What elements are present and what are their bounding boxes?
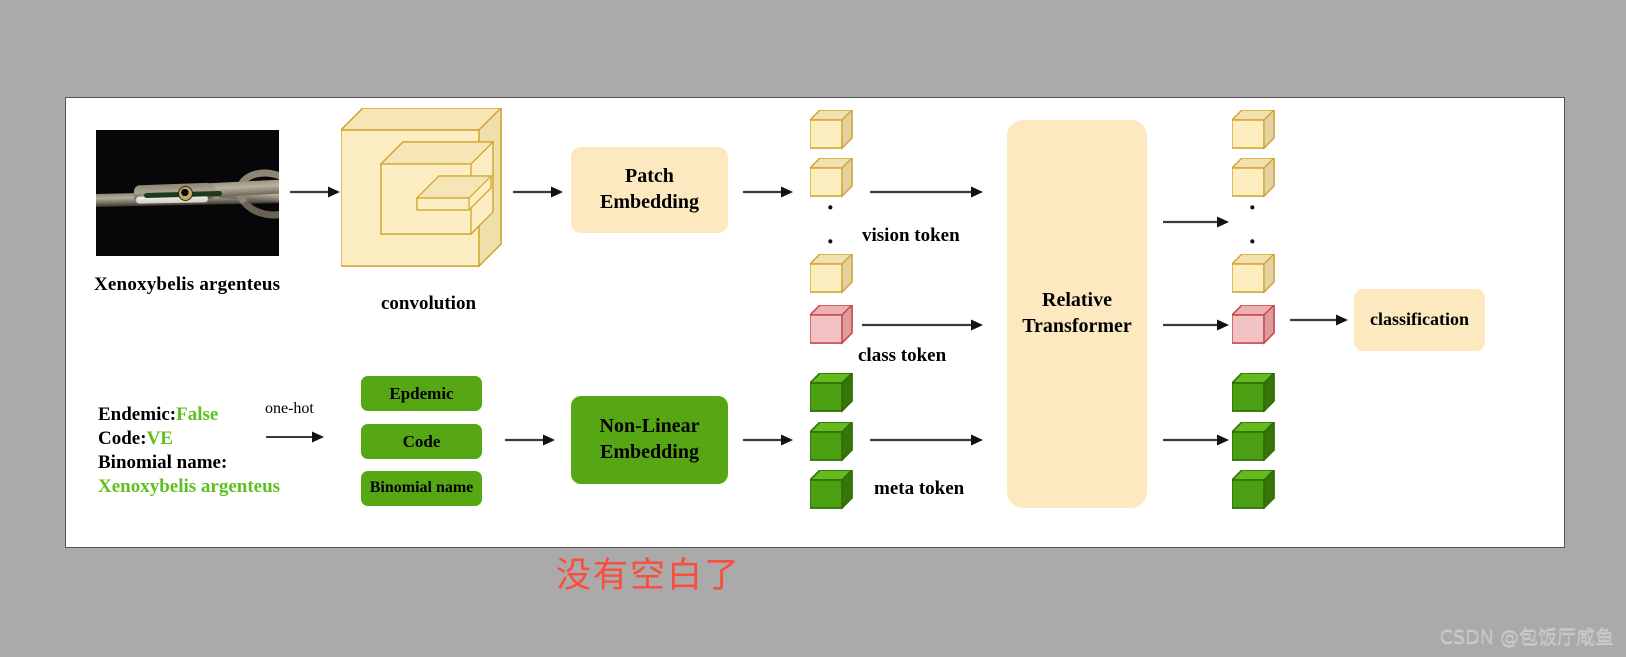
metadata-text-block: Endemic:False Code:VE Binomial name: Xen… (98, 403, 280, 499)
meta-token-cube (810, 373, 854, 413)
arrow-meta-to-transformer (870, 433, 983, 447)
csdn-watermark: CSDN @包饭厅咸鱼 (1439, 626, 1614, 648)
output-vision-token-cube (1232, 110, 1276, 150)
code-key: Code: (98, 427, 147, 449)
classification-box[interactable]: classification (1354, 289, 1485, 351)
output-meta-token-cube (1232, 422, 1276, 462)
endemic-value: False (176, 404, 219, 425)
metadata-binomial-value: Xenoxybelis argenteus (98, 475, 281, 497)
meta-field-box-binomial-name[interactable]: Binomial name (361, 471, 482, 506)
arrow-nonlinear-to-meta-tokens (743, 433, 793, 447)
vision-token-cube (810, 158, 854, 198)
meta-field-label: Code (402, 431, 441, 451)
code-value: VE (146, 427, 173, 449)
patch-embedding-box[interactable]: Patch Embedding (571, 147, 728, 233)
arrow-vision-to-transformer (870, 185, 983, 199)
arrow-transformer-to-class-out (1163, 318, 1229, 332)
arrow-patch-to-tokens (743, 185, 793, 199)
arrow-convolution-to-patch (513, 185, 563, 199)
arrow-onehot (266, 430, 324, 444)
vision-token-cube (810, 110, 854, 150)
relative-transformer-box[interactable]: Relative Transformer (1007, 120, 1147, 508)
output-vision-token-ellipsis: · · (1248, 193, 1257, 256)
vision-token-label: vision token (862, 225, 960, 246)
meta-field-label: Epdemic (389, 383, 454, 403)
vision-token-cube (810, 254, 854, 294)
class-token-cube (810, 305, 854, 345)
class-token-label: class token (858, 345, 947, 366)
arrow-class-to-transformer (862, 318, 983, 332)
output-vision-token-cube (1232, 158, 1276, 198)
input-image-caption: Xenoxybelis argenteus (94, 274, 281, 295)
nonlinear-embedding-label: Non-Linear Embedding (599, 415, 700, 463)
arrow-transformer-to-vision-out (1163, 215, 1229, 229)
figure-root: Xenoxybelis argenteus convolution Patch … (0, 0, 1626, 657)
meta-field-box-code[interactable]: Code (361, 424, 482, 459)
patch-embedding-label: Patch Embedding (600, 165, 699, 213)
snake-eye-shape (178, 186, 193, 201)
metadata-endemic-line: Endemic:False (98, 403, 280, 427)
meta-token-cube (810, 470, 854, 510)
input-image-snake (96, 130, 279, 256)
output-meta-token-cube (1232, 470, 1276, 510)
metadata-code-line: Code:VE (98, 427, 280, 451)
meta-field-label: Binomial name (369, 479, 474, 497)
vision-token-ellipsis: · · (826, 193, 835, 256)
meta-token-cube (810, 422, 854, 462)
arrow-transformer-to-meta-out (1163, 433, 1229, 447)
convolution-block (341, 108, 509, 270)
output-meta-token-cube (1232, 373, 1276, 413)
output-class-token-cube (1232, 305, 1276, 345)
relative-transformer-label: Relative Transformer (1022, 289, 1132, 337)
output-vision-token-cube (1232, 254, 1276, 294)
nonlinear-embedding-box[interactable]: Non-Linear Embedding (571, 396, 728, 484)
convolution-label: convolution (381, 293, 477, 314)
arrow-metaboxes-to-nonlinear (505, 433, 555, 447)
metadata-binomial-key: Binomial name: (98, 451, 228, 473)
meta-field-box-epdemic[interactable]: Epdemic (361, 376, 482, 411)
arrow-image-to-convolution (290, 185, 340, 199)
endemic-key: Endemic: (98, 404, 177, 425)
classification-label: classification (1370, 309, 1469, 330)
meta-token-label: meta token (874, 478, 965, 499)
one-hot-label: one-hot (265, 400, 314, 417)
red-annotation-note: 没有空白了 (556, 556, 742, 596)
arrow-class-to-classification (1290, 313, 1348, 327)
